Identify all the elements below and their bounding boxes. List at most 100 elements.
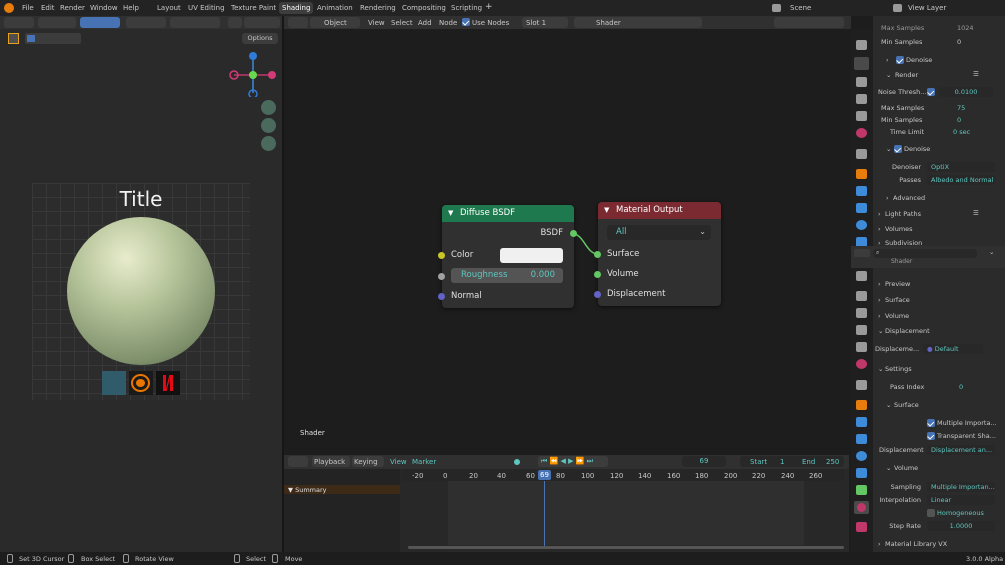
node-editor-type-button[interactable]	[288, 17, 308, 28]
menu-help[interactable]: Help	[123, 4, 139, 12]
properties-panel[interactable]: Max Samples 1024 Min Samples 0 › Denoise…	[851, 16, 1005, 552]
tab-layout[interactable]: Layout	[154, 4, 184, 12]
modifier-icon[interactable]	[856, 186, 867, 196]
chevron-down-icon[interactable]: ⌄	[886, 401, 891, 409]
material-output-node[interactable]: ▼ Material Output All ⌄ Surface Volume D…	[594, 202, 721, 306]
physics-icon[interactable]	[856, 451, 867, 461]
options-button[interactable]: Options	[242, 33, 278, 44]
tab-texture-paint[interactable]: Texture Paint	[228, 4, 279, 12]
zoom-icon[interactable]	[261, 100, 276, 115]
time-limit-value[interactable]: 0 sec	[953, 128, 970, 136]
max-samples-value[interactable]: 75	[957, 104, 965, 112]
playback-dropdown[interactable]: Playback	[312, 456, 350, 467]
object-icon[interactable]	[856, 169, 867, 179]
render-section-header[interactable]: Render	[895, 71, 918, 79]
modifier-icon[interactable]	[856, 417, 867, 427]
target-dropdown[interactable]: All ⌄	[607, 225, 711, 240]
physics-icon[interactable]	[856, 220, 867, 230]
displacement-section[interactable]: Displacement	[885, 327, 930, 335]
diffuse-bsdf-header[interactable]: ▼ Diffuse BSDF	[442, 205, 574, 222]
noise-threshold-field[interactable]: 0.0100	[939, 87, 993, 97]
menu-view[interactable]: View	[368, 19, 385, 27]
noise-threshold-checkbox[interactable]	[927, 88, 935, 96]
chevron-down-icon[interactable]: ⌄	[878, 327, 883, 335]
add-workspace-button[interactable]: +	[482, 2, 496, 12]
navigation-gizmo[interactable]	[228, 51, 278, 99]
use-nodes-checkbox[interactable]	[462, 18, 470, 26]
timeline-ruler[interactable]: -20 0 20 40 60 69 80 100 120 140 160 180…	[402, 469, 844, 481]
output-icon[interactable]	[856, 77, 867, 87]
chevron-down-icon[interactable]: ⌄	[886, 464, 891, 472]
step-rate-field[interactable]: 1.0000	[927, 521, 995, 531]
chevron-right-icon[interactable]: ›	[878, 540, 881, 548]
denoise-checkbox[interactable]	[896, 56, 904, 64]
frame-range-field[interactable]: Start 1 End 250	[740, 456, 844, 467]
search-field[interactable]: ⌕	[873, 249, 977, 258]
header-right-buttons[interactable]	[774, 17, 844, 28]
list-icon[interactable]: ☰	[973, 209, 979, 217]
transparent-shadows-checkbox[interactable]	[927, 432, 935, 440]
volume-input-socket[interactable]	[594, 271, 601, 278]
volumes-section[interactable]: Volumes	[885, 225, 913, 233]
particles-icon[interactable]	[856, 434, 867, 444]
pan-hand-icon[interactable]	[261, 118, 276, 133]
min-samples-value[interactable]: 0	[957, 116, 961, 124]
menu-render[interactable]: Render	[60, 4, 85, 12]
keying-dropdown[interactable]: Keying	[352, 456, 384, 467]
timeline-scrollbar[interactable]	[408, 546, 844, 549]
snap-button[interactable]	[80, 17, 120, 28]
mode-button[interactable]	[38, 17, 76, 28]
view-layer-icon[interactable]	[893, 4, 902, 12]
object-icon[interactable]	[856, 400, 867, 410]
preview-section[interactable]: Preview	[885, 280, 910, 288]
scene-icon[interactable]	[856, 342, 867, 352]
current-frame-field[interactable]: 69	[682, 456, 726, 467]
menu-node[interactable]: Node	[439, 19, 457, 27]
volume-section[interactable]: Volume	[885, 312, 909, 320]
select-mode-buttons[interactable]	[25, 33, 81, 44]
collection-icon[interactable]	[856, 149, 867, 159]
material-dropdown[interactable]: Shader	[574, 17, 702, 28]
normal-input-socket[interactable]	[438, 293, 445, 300]
chevron-right-icon[interactable]: ›	[878, 210, 881, 218]
timeline[interactable]: Playback Keying View Marker ⏮ ⏪ ◀ ▶ ⏩ ⏭ …	[284, 455, 849, 552]
material-icon[interactable]	[854, 501, 869, 514]
render-icon[interactable]	[854, 57, 869, 70]
roughness-field[interactable]: Roughness 0.000	[451, 268, 563, 283]
chevron-down-icon[interactable]: ⌄	[878, 365, 883, 373]
record-icon[interactable]	[514, 459, 520, 465]
roughness-input-socket[interactable]	[438, 273, 445, 280]
displacement-field[interactable]: ● Default	[923, 344, 983, 354]
collapse-arrow-icon[interactable]: ▼	[448, 205, 453, 222]
displacement-method-dropdown[interactable]: Displacement an...	[927, 445, 995, 455]
homogeneous-checkbox[interactable]	[927, 509, 935, 517]
view-layer-icon[interactable]	[856, 94, 867, 104]
tab-uv-editing[interactable]: UV Editing	[185, 4, 228, 12]
menu-file[interactable]: File	[22, 4, 34, 12]
particles-icon[interactable]	[856, 203, 867, 213]
chevron-right-icon[interactable]: ›	[878, 296, 881, 304]
select-tool-icon[interactable]	[8, 33, 19, 44]
editor-type-icon[interactable]	[854, 249, 870, 257]
texture-icon[interactable]	[856, 522, 867, 532]
multiple-importance-checkbox[interactable]	[927, 419, 935, 427]
passes-dropdown[interactable]: Albedo and Normal	[927, 175, 995, 185]
menu-edit[interactable]: Edit	[41, 4, 55, 12]
current-frame-marker[interactable]: 69	[538, 470, 551, 480]
max-samples-top-value[interactable]: 1024	[957, 24, 974, 32]
menu-select[interactable]: Select	[391, 19, 413, 27]
material-output-header[interactable]: ▼ Material Output	[598, 202, 721, 219]
list-icon[interactable]: ☰	[973, 70, 979, 78]
color-input-socket[interactable]	[438, 252, 445, 259]
chevron-right-icon[interactable]: ›	[878, 225, 881, 233]
tool-icon[interactable]	[856, 40, 867, 50]
constraints-icon[interactable]	[856, 468, 867, 478]
scene-icon[interactable]	[856, 111, 867, 121]
playback-controls[interactable]: ⏮ ⏪ ◀ ▶ ⏩ ⏭	[538, 456, 608, 467]
pass-index-value[interactable]: 0	[959, 383, 963, 391]
chevron-down-icon[interactable]: ⌄	[989, 248, 994, 256]
view-layer-name[interactable]: View Layer	[908, 4, 946, 12]
object-mode-dropdown[interactable]: Object	[310, 17, 360, 28]
timeline-frame-area[interactable]	[448, 481, 804, 545]
node-editor[interactable]: Shader ▼ Diffuse BSDF BSDF Color Roughne…	[284, 29, 851, 453]
